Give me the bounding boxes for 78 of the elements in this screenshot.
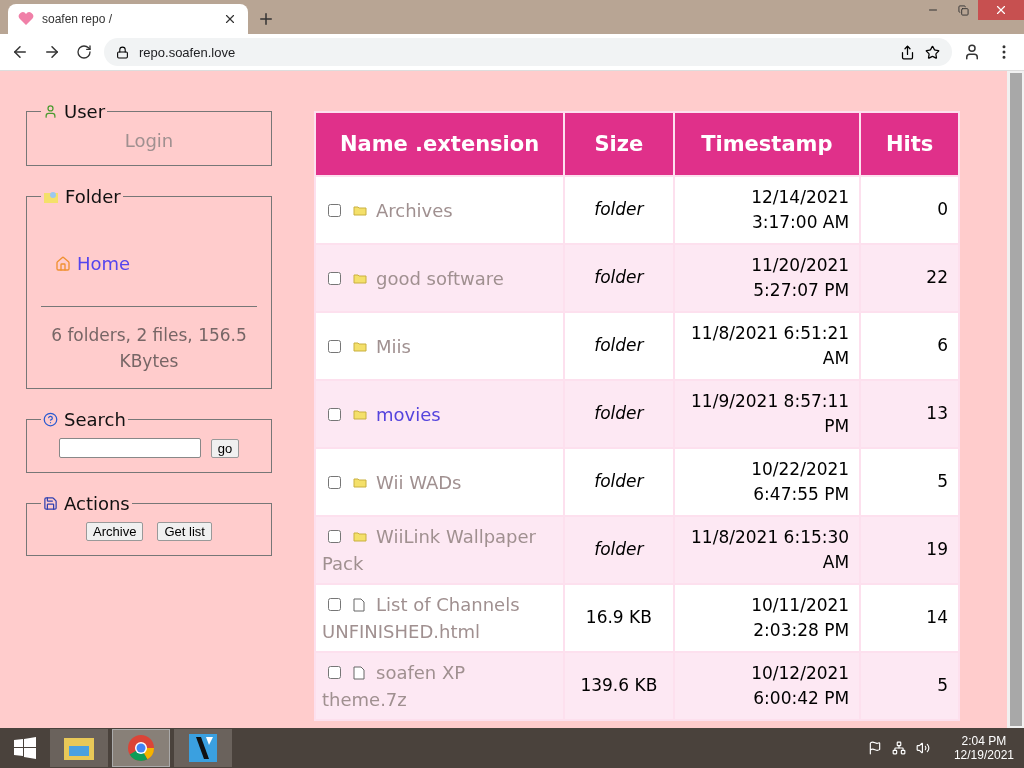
taskbar-app[interactable] xyxy=(50,729,108,767)
timestamp-text: 11/8/2021 6:15:30 AM xyxy=(691,526,850,572)
address-bar[interactable]: repo.soafen.love xyxy=(104,38,952,66)
size-text: folder xyxy=(594,471,644,492)
row-checkbox[interactable] xyxy=(328,339,341,353)
size-text: folder xyxy=(594,199,644,220)
help-icon xyxy=(43,412,58,427)
lock-icon xyxy=(116,45,129,59)
taskbar-app[interactable] xyxy=(174,729,232,767)
clock-time: 2:04 PM xyxy=(961,734,1007,748)
folder-stats: 6 folders, 2 files, 156.5 KBytes xyxy=(50,324,248,373)
column-header[interactable]: Hits xyxy=(861,113,958,175)
hits-text: 13 xyxy=(926,403,948,424)
file-icon xyxy=(353,665,365,680)
panel-title: User xyxy=(64,101,106,122)
panel-title: Folder xyxy=(65,186,121,207)
column-header[interactable]: Size xyxy=(565,113,673,175)
home-icon xyxy=(55,255,71,272)
folder-icon xyxy=(43,189,59,204)
timestamp-text: 10/22/2021 6:47:55 PM xyxy=(751,458,850,504)
go-button[interactable]: go xyxy=(210,438,240,458)
size-text: folder xyxy=(594,267,644,288)
hits-text: 14 xyxy=(926,607,948,628)
folder-icon xyxy=(353,204,367,216)
login-link[interactable]: Login xyxy=(124,130,174,151)
folder-icon xyxy=(353,340,367,352)
flag-icon[interactable] xyxy=(867,741,882,755)
timestamp-text: 11/9/2021 8:57:11 PM xyxy=(691,390,850,436)
clock-date: 12/19/2021 xyxy=(953,748,1014,762)
home-link[interactable]: Home xyxy=(77,253,131,274)
folder-icon xyxy=(353,531,367,542)
timestamp-text: 11/20/2021 5:27:07 PM xyxy=(751,254,850,300)
scrollbar[interactable] xyxy=(1007,71,1024,728)
browser-icon xyxy=(127,734,155,762)
row-checkbox[interactable] xyxy=(328,271,341,285)
url-text: repo.soafen.love xyxy=(139,44,237,60)
size-text: 16.9 KB xyxy=(585,607,652,628)
file-icon xyxy=(353,597,365,612)
film-icon xyxy=(188,733,218,763)
tab-title: soafen repo / xyxy=(42,12,114,26)
hits-text: 5 xyxy=(937,471,948,492)
search-field[interactable] xyxy=(58,438,201,458)
hits-text: 6 xyxy=(937,335,948,356)
heart-icon xyxy=(18,12,34,26)
hits-text: 5 xyxy=(937,675,948,696)
timestamp-text: 12/14/2021 3:17:00 AM xyxy=(751,186,850,232)
row-checkbox[interactable] xyxy=(328,530,341,543)
folder-icon xyxy=(353,272,367,284)
row-checkbox[interactable] xyxy=(328,407,341,421)
size-text: folder xyxy=(594,403,644,424)
timestamp-text: 10/11/2021 2:03:28 PM xyxy=(751,594,850,640)
hits-text: 19 xyxy=(926,539,948,560)
size-text: folder xyxy=(594,335,644,356)
column-header[interactable]: Timestamp xyxy=(674,113,860,175)
panel-title: Search xyxy=(64,409,126,430)
network-icon[interactable] xyxy=(891,741,906,755)
hits-text: 22 xyxy=(926,267,948,288)
row-checkbox[interactable] xyxy=(328,475,341,489)
size-text: folder xyxy=(594,539,644,560)
row-checkbox[interactable] xyxy=(328,203,341,217)
timestamp-text: 10/12/2021 6:00:42 PM xyxy=(751,662,850,708)
folder-icon xyxy=(353,476,367,488)
action-button[interactable]: Get list xyxy=(157,522,212,541)
row-checkbox[interactable] xyxy=(328,598,341,611)
panel-title: Actions xyxy=(64,493,130,514)
share-icon[interactable] xyxy=(900,44,915,60)
star-icon[interactable] xyxy=(925,44,940,60)
user-icon xyxy=(43,104,58,119)
timestamp-text: 11/8/2021 6:51:21 AM xyxy=(691,322,850,368)
save-icon xyxy=(43,496,58,511)
hits-text: 0 xyxy=(937,199,948,220)
row-checkbox[interactable] xyxy=(328,666,341,679)
browser-tab[interactable]: soafen repo / xyxy=(8,4,248,34)
volume-icon[interactable] xyxy=(915,741,930,755)
action-button[interactable]: Archive xyxy=(86,522,144,541)
size-text: 139.6 KB xyxy=(580,675,658,696)
folder-icon xyxy=(353,408,367,420)
column-header[interactable]: Name .extension xyxy=(316,113,564,175)
